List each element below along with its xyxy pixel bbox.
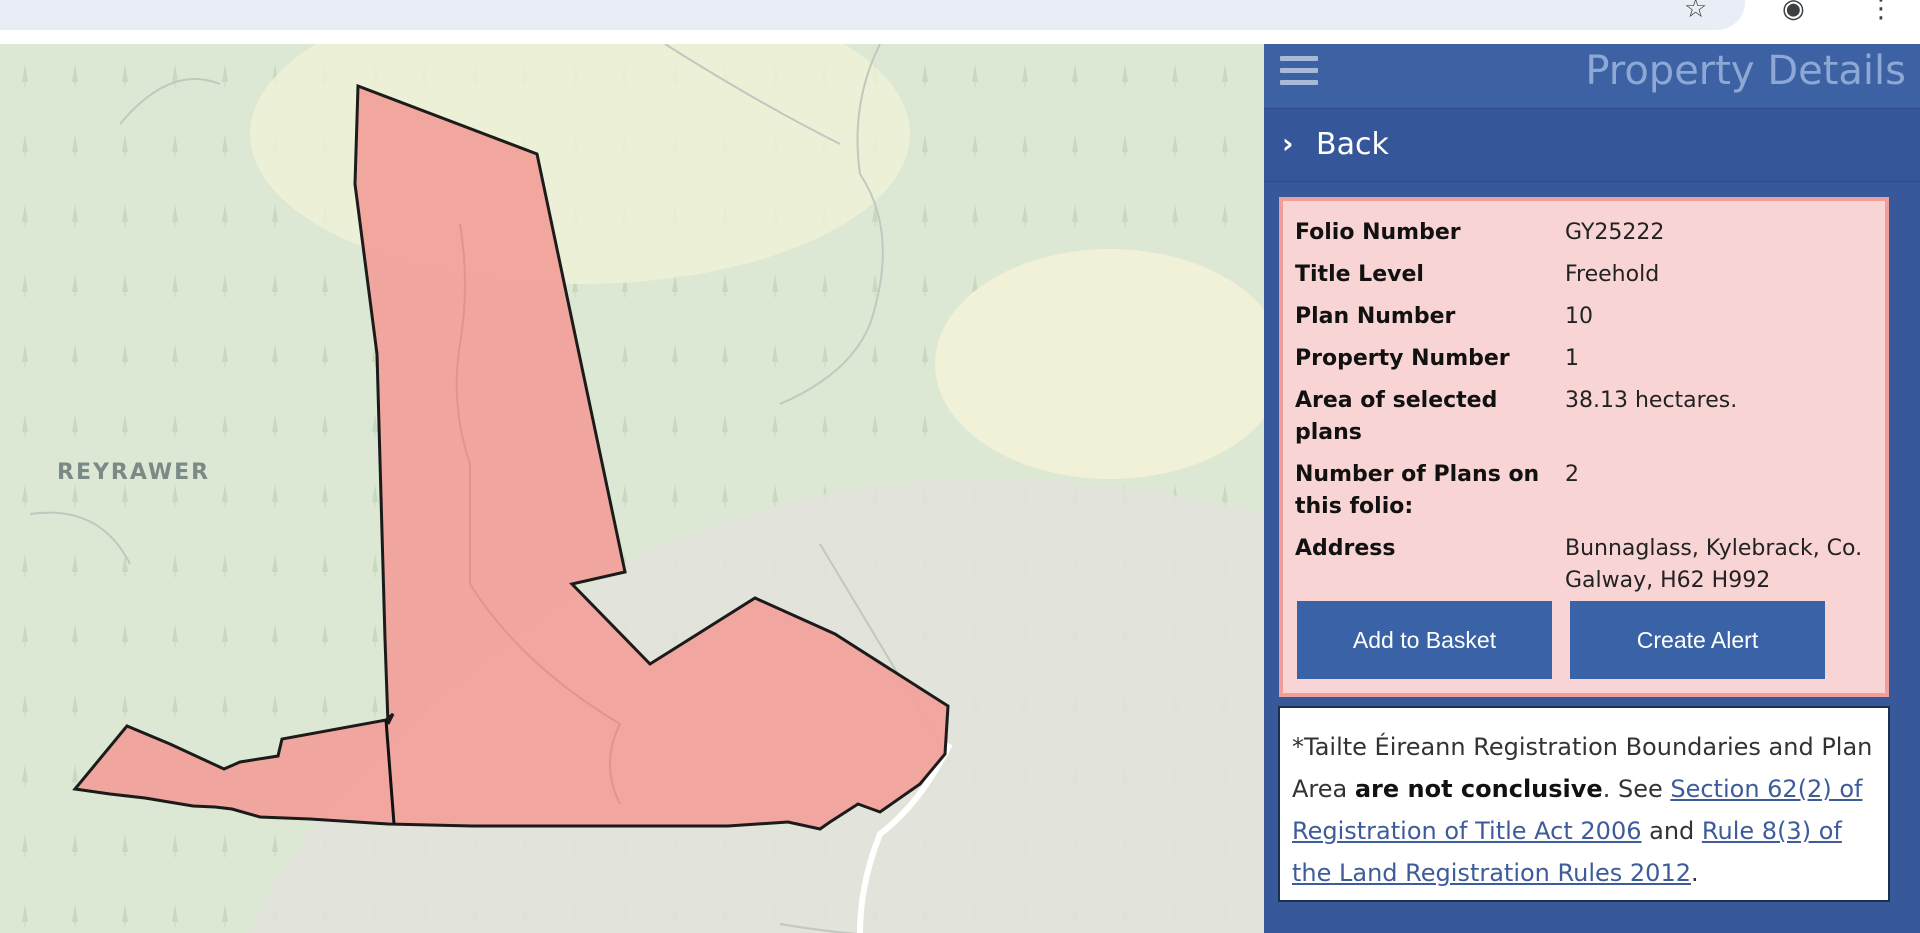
detail-row: Folio Number GY25222 [1295, 217, 1881, 249]
detail-value: Freehold [1565, 262, 1660, 287]
kebab-menu-icon[interactable]: ⋮ [1868, 0, 1894, 22]
detail-key: Area of selected plans [1295, 388, 1498, 445]
detail-key: Title Level [1295, 262, 1424, 287]
detail-key: Number of Plans on this folio: [1295, 462, 1540, 519]
detail-row: Area of selected plans 38.13 hectares. [1295, 385, 1881, 449]
detail-value: GY25222 [1565, 220, 1665, 245]
detail-row: Number of Plans on this folio: 2 [1295, 459, 1881, 523]
back-label: Back [1316, 127, 1389, 162]
detail-row: Plan Number 10 [1295, 301, 1881, 333]
address-bar[interactable] [0, 0, 1745, 30]
disclaimer-box: *Tailte Éireann Registration Boundaries … [1278, 706, 1890, 902]
detail-value: Bunnaglass, Kylebrack, Co. Galway, H62 H… [1565, 536, 1863, 593]
detail-key: Address [1295, 536, 1396, 561]
detail-key: Property Number [1295, 346, 1510, 371]
star-outline-icon[interactable]: ☆ [1684, 0, 1707, 22]
property-panel: Property Details › Back Folio Number GY2… [1264, 44, 1920, 933]
disclaimer-mid: . See [1602, 775, 1671, 803]
disclaimer-bold: are not conclusive [1354, 775, 1603, 803]
chevron-right-icon: › [1282, 127, 1294, 160]
create-alert-button[interactable]: Create Alert [1570, 601, 1825, 679]
disclaimer-and: and [1641, 817, 1702, 845]
hamburger-icon[interactable] [1280, 56, 1318, 90]
panel-title: Property Details [1585, 48, 1906, 94]
browser-toolbar: ☆ ◉ ⋮ [0, 0, 1920, 44]
detail-value: 10 [1565, 304, 1593, 329]
detail-row: Property Number 1 [1295, 343, 1881, 375]
disclaimer-end: . [1690, 859, 1699, 887]
add-to-basket-button[interactable]: Add to Basket [1297, 601, 1552, 679]
detail-value: 38.13 hectares. [1565, 388, 1738, 413]
back-button[interactable]: › Back [1264, 108, 1920, 182]
detail-value: 2 [1565, 462, 1579, 487]
detail-key: Folio Number [1295, 220, 1461, 245]
detail-key: Plan Number [1295, 304, 1456, 329]
details-table: Folio Number GY25222 Title Level Freehol… [1295, 217, 1881, 607]
place-label-reyrawer: REYRAWER [57, 460, 211, 485]
detail-row: Address Bunnaglass, Kylebrack, Co. Galwa… [1295, 533, 1881, 597]
map-canvas[interactable]: REYRAWER [0, 44, 1264, 933]
panel-header: Property Details [1264, 44, 1920, 108]
property-details-card: Folio Number GY25222 Title Level Freehol… [1279, 197, 1889, 697]
profile-icon[interactable]: ◉ [1782, 0, 1805, 22]
map-layer [0, 44, 1264, 933]
detail-row: Title Level Freehold [1295, 259, 1881, 291]
detail-value: 1 [1565, 346, 1579, 371]
